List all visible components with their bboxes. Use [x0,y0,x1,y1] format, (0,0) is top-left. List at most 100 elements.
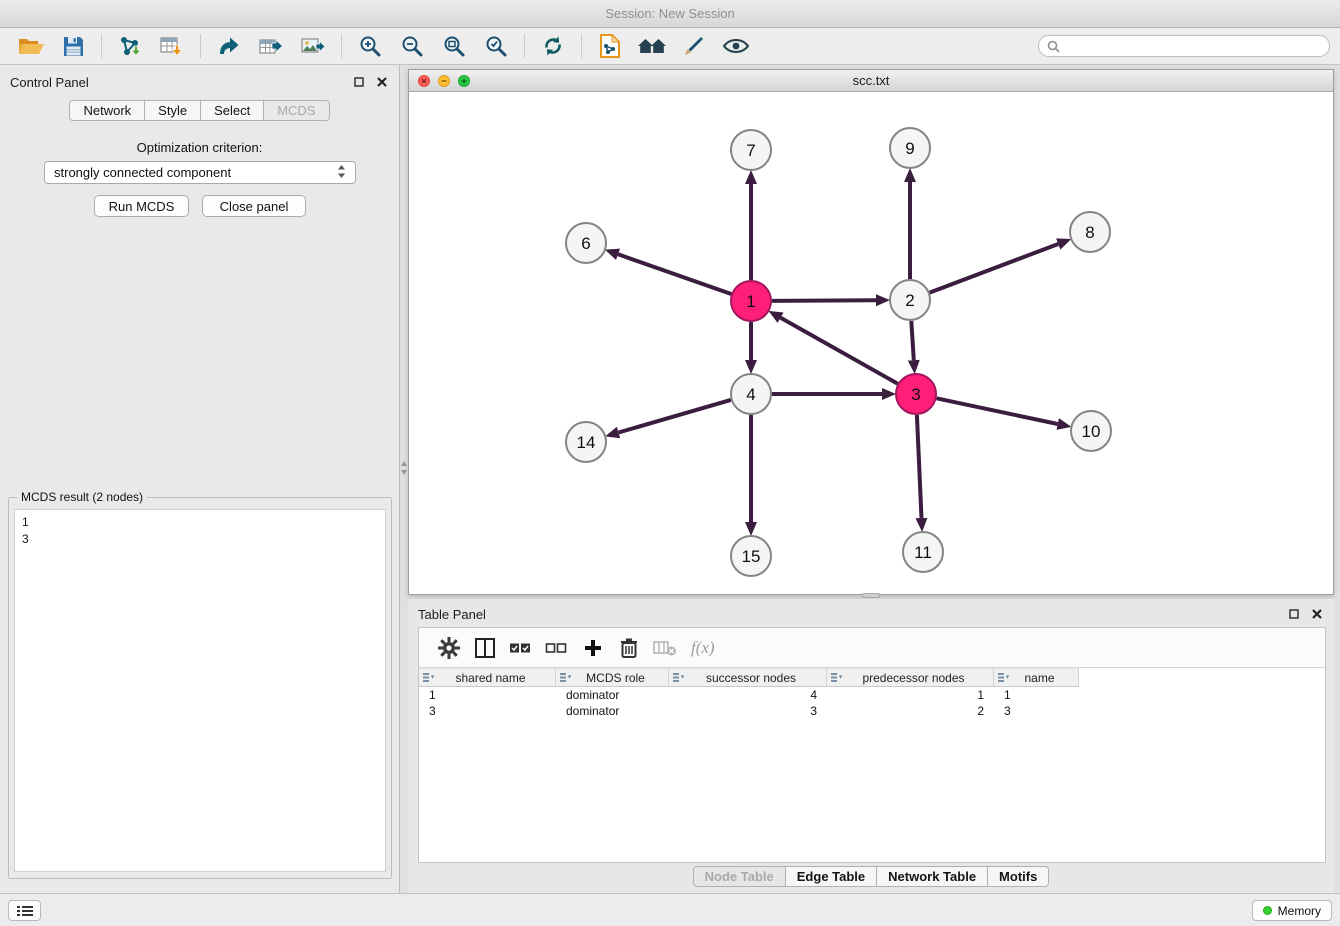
search-input[interactable] [1065,39,1321,53]
export-image-button[interactable] [292,30,334,62]
toolbar-separator [101,34,102,58]
table-row[interactable]: 1dominator411 [419,687,1325,703]
search-box[interactable] [1038,35,1330,57]
graph-node-3[interactable]: 3 [896,374,936,414]
export-table-button[interactable] [250,30,292,62]
float-table-panel-icon[interactable] [1287,607,1301,621]
network-file-button[interactable] [589,30,631,62]
table-panel-tabs: Node TableEdge TableNetwork TableMotifs [408,866,1334,887]
export-network-button[interactable] [208,30,250,62]
graph-edge-1-6[interactable] [618,254,731,294]
network-window-titlebar[interactable]: scc.txt [409,70,1333,92]
sort-icon [560,672,571,683]
tab-select[interactable]: Select [201,100,264,121]
tab-network-table[interactable]: Network Table [877,866,988,887]
tab-edge-table[interactable]: Edge Table [786,866,877,887]
table-panel-header: Table Panel [408,601,1334,627]
column-header-shared-name[interactable]: shared name [419,668,556,687]
graph-edge-4-14[interactable] [619,400,731,433]
delete-column-button[interactable] [647,633,683,663]
workspace: Control Panel NetworkStyleSelectMCDS Opt… [0,65,1340,893]
tab-motifs[interactable]: Motifs [988,866,1049,887]
graph-node-6[interactable]: 6 [566,223,606,263]
control-panel: Control Panel NetworkStyleSelectMCDS Opt… [0,65,400,893]
style-brush-button[interactable] [673,30,715,62]
eye-button[interactable] [715,30,757,62]
horizontal-splitter-grip[interactable] [862,593,880,598]
graph-node-2[interactable]: 2 [890,280,930,320]
add-column-button[interactable] [575,633,611,663]
close-table-panel-icon[interactable] [1310,607,1324,621]
window-minimize-icon[interactable] [438,75,450,87]
export-network-icon [216,35,242,57]
function-builder-button[interactable]: f(x) [691,638,715,658]
tab-network[interactable]: Network [69,100,145,121]
graph-node-10[interactable]: 10 [1071,411,1111,451]
run-mcds-button[interactable]: Run MCDS [94,195,189,217]
list-icon [17,905,33,917]
control-panel-header: Control Panel [0,69,399,95]
graph-node-4[interactable]: 4 [731,374,771,414]
task-history-button[interactable] [8,900,41,921]
mcds-result-list[interactable]: 1 3 [14,509,386,872]
graph-node-7[interactable]: 7 [731,130,771,170]
select-all-button[interactable] [503,633,539,663]
zoom-in-button[interactable] [349,30,391,62]
table-cell: 4 [669,688,827,702]
graph-edge-3-10[interactable] [937,398,1058,424]
zoom-selected-button[interactable] [475,30,517,62]
graph-node-15[interactable]: 15 [731,536,771,576]
delete-row-button[interactable] [611,633,647,663]
graph-edge-1-2[interactable] [772,300,876,301]
window-zoom-icon[interactable] [458,75,470,87]
criterion-dropdown[interactable]: strongly connected component [44,161,356,184]
tab-style[interactable]: Style [145,100,201,121]
trash-icon [619,637,639,659]
deselect-all-button[interactable] [539,633,575,663]
graph-node-label: 7 [746,141,755,160]
graph-node-11[interactable]: 11 [903,532,943,572]
export-table-icon [258,35,284,57]
network-canvas[interactable]: 7 9 6 8 1 2 4 3 14 10 15 11 [409,92,1333,594]
mcds-result-group: MCDS result (2 nodes) 1 3 [8,497,392,879]
graph-node-14[interactable]: 14 [566,422,606,462]
zoom-out-button[interactable] [391,30,433,62]
float-panel-icon[interactable] [352,75,366,89]
close-panel-icon[interactable] [375,75,389,89]
panel-splitter[interactable] [400,65,408,893]
open-file-button[interactable] [10,30,52,62]
home-button[interactable] [631,30,673,62]
import-network-button[interactable] [109,30,151,62]
delete-column-icon [653,639,677,657]
graph-edge-3-1[interactable] [781,318,898,384]
status-bar: Memory [0,893,1340,926]
table-cell: 1 [419,688,556,702]
graph-edge-3-11[interactable] [917,415,922,518]
window-close-icon[interactable] [418,75,430,87]
zoom-fit-button[interactable] [433,30,475,62]
column-header-successor-nodes[interactable]: successor nodes [669,668,827,687]
table-row[interactable]: 3dominator323 [419,703,1325,719]
graph-node-8[interactable]: 8 [1070,212,1110,252]
tab-node-table[interactable]: Node Table [693,866,786,887]
network-graph[interactable]: 7 9 6 8 1 2 4 3 14 10 15 11 [409,92,1333,594]
memory-button[interactable]: Memory [1252,900,1332,921]
graph-node-1[interactable]: 1 [731,281,771,321]
import-table-button[interactable] [151,30,193,62]
save-session-button[interactable] [52,30,94,62]
close-panel-button[interactable]: Close panel [202,195,306,217]
graph-node-9[interactable]: 9 [890,128,930,168]
column-header-MCDS-role[interactable]: MCDS role [556,668,669,687]
splitter-grip-icon[interactable] [401,461,407,483]
show-columns-button[interactable] [467,633,503,663]
eye-icon [722,37,750,55]
column-header-predecessor-nodes[interactable]: predecessor nodes [827,668,994,687]
tab-mcds[interactable]: MCDS [264,100,329,121]
table-settings-button[interactable] [431,633,467,663]
refresh-button[interactable] [532,30,574,62]
window-titlebar: Session: New Session [0,0,1340,28]
graph-edge-2-8[interactable] [930,244,1059,293]
column-header-name[interactable]: name [994,668,1079,687]
graph-edge-2-3[interactable] [911,321,914,360]
graph-node-label: 6 [581,234,590,253]
